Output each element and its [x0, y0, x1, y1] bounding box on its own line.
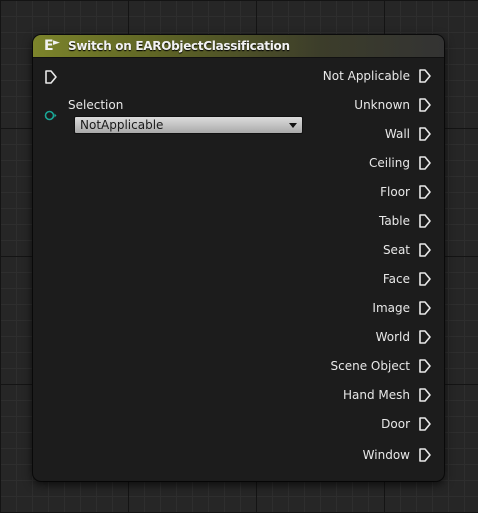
output-pin-image[interactable]: Image: [272, 298, 432, 327]
node-header[interactable]: E ► Switch on EARObjectClassification: [33, 35, 444, 58]
output-pin-label: Unknown: [354, 98, 410, 112]
exec-output-pin-icon[interactable]: [418, 155, 432, 171]
output-pin-label: World: [375, 330, 410, 344]
output-pin-table[interactable]: Table: [272, 211, 432, 240]
selection-dropdown[interactable]: NotApplicable: [74, 116, 303, 134]
exec-output-pin-icon[interactable]: [418, 213, 432, 229]
exec-output-pin-icon[interactable]: [418, 126, 432, 142]
output-pin-label: Floor: [380, 185, 410, 199]
exec-output-pin-icon[interactable]: [418, 416, 432, 432]
output-pin-window[interactable]: Window: [272, 445, 432, 474]
output-pin-wall[interactable]: Wall: [272, 124, 432, 153]
output-pin-label: Hand Mesh: [342, 388, 410, 402]
exec-output-pin-icon[interactable]: [418, 68, 432, 84]
output-pin-unknown[interactable]: Unknown: [272, 95, 432, 124]
output-pin-not-applicable[interactable]: Not Applicable: [272, 66, 432, 95]
output-pin-door[interactable]: Door: [272, 414, 432, 443]
output-pin-label: Face: [382, 272, 410, 286]
exec-output-pin-icon[interactable]: [418, 271, 432, 287]
output-pin-face[interactable]: Face: [272, 269, 432, 298]
output-pin-label: Not Applicable: [322, 69, 410, 83]
selection-label: Selection: [68, 98, 124, 112]
selection-dropdown-value: NotApplicable: [80, 118, 164, 132]
exec-input-pin-icon[interactable]: [44, 69, 58, 85]
exec-output-pin-icon[interactable]: [418, 447, 432, 463]
exec-output-pin-icon[interactable]: [418, 300, 432, 316]
output-pin-scene-object[interactable]: Scene Object: [272, 356, 432, 385]
output-pin-label: Door: [381, 417, 410, 431]
switch-icon: E ►: [44, 38, 60, 54]
output-pins: Not Applicable Unknown Wall Ceiling Floo…: [272, 66, 432, 474]
output-pin-hand-mesh[interactable]: Hand Mesh: [272, 385, 432, 414]
exec-output-pin-icon[interactable]: [418, 387, 432, 403]
exec-output-pin-icon[interactable]: [418, 184, 432, 200]
output-pin-world[interactable]: World: [272, 327, 432, 356]
output-pin-label: Wall: [384, 127, 410, 141]
output-pin-label: Scene Object: [330, 359, 410, 373]
output-pin-floor[interactable]: Floor: [272, 182, 432, 211]
output-pin-seat[interactable]: Seat: [272, 240, 432, 269]
output-pin-label: Table: [378, 214, 410, 228]
output-pin-ceiling[interactable]: Ceiling: [272, 153, 432, 182]
output-pin-label: Ceiling: [369, 156, 410, 170]
output-pin-label: Seat: [382, 243, 410, 257]
exec-output-pin-icon[interactable]: [418, 329, 432, 345]
switch-node[interactable]: E ► Switch on EARObjectClassification Sel…: [33, 35, 444, 481]
output-pin-label: Window: [362, 448, 410, 462]
exec-output-pin-icon[interactable]: [418, 358, 432, 374]
exec-output-pin-icon[interactable]: [418, 242, 432, 258]
node-title: Switch on EARObjectClassification: [68, 39, 290, 53]
output-pin-label: Image: [372, 301, 410, 315]
exec-output-pin-icon[interactable]: [418, 97, 432, 113]
selection-input-pin-icon[interactable]: [44, 109, 57, 122]
